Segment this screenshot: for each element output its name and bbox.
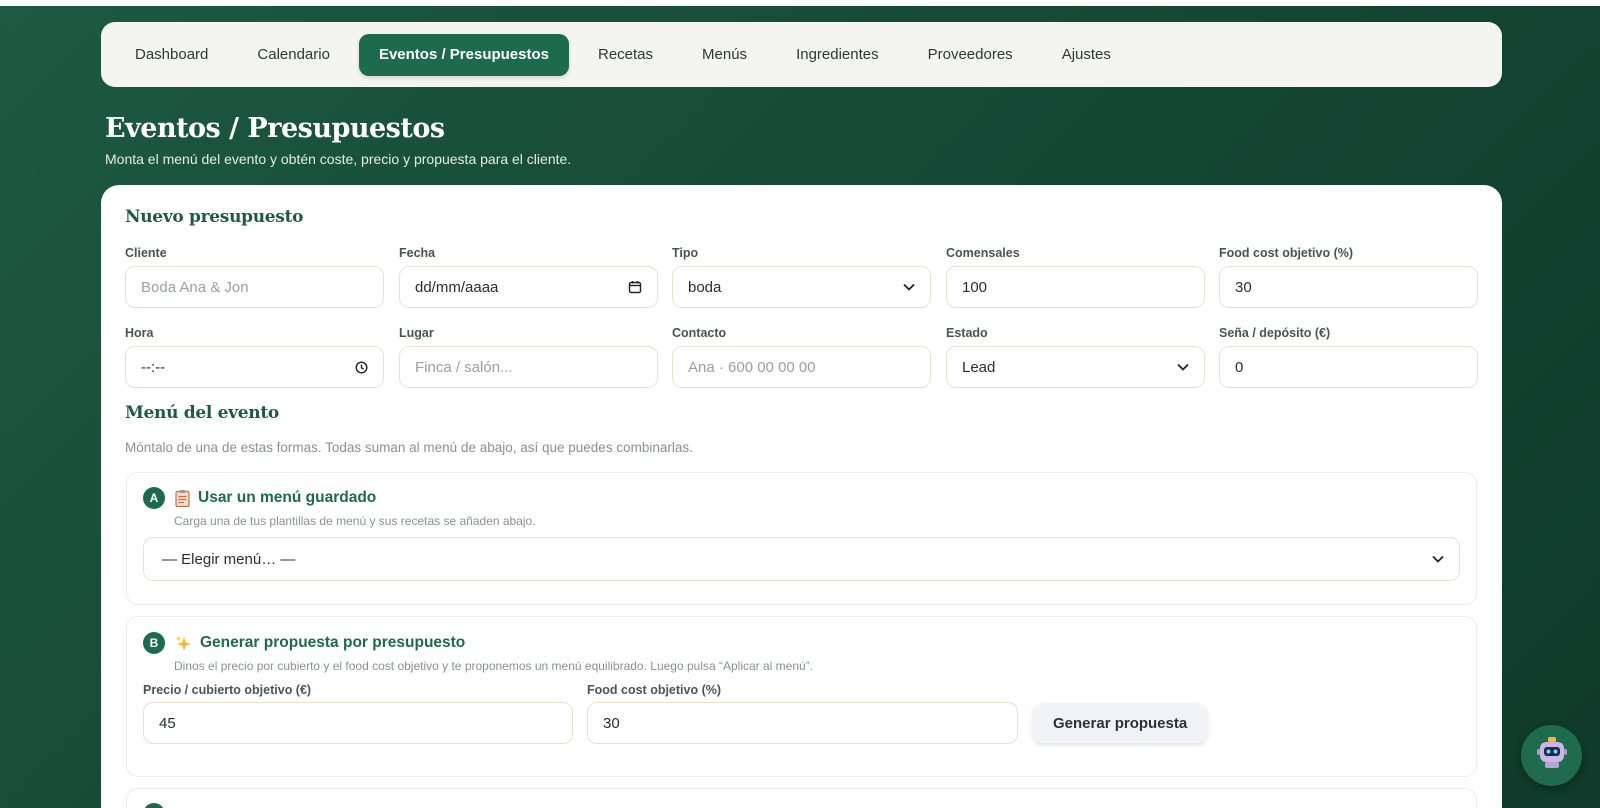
main-nav: Dashboard Calendario Eventos / Presupues…	[101, 22, 1502, 87]
cliente-input[interactable]: Boda Ana & Jon	[125, 266, 384, 308]
budget-card: Nuevo presupuesto Cliente Fecha Tipo Com…	[101, 185, 1502, 808]
option-c-panel	[126, 788, 1477, 808]
estado-select[interactable]: Lead	[946, 346, 1205, 388]
tipo-label: Tipo	[672, 246, 699, 260]
fc-input[interactable]: 30	[587, 702, 1018, 744]
option-b-title-row: Generar propuesta por presupuesto	[175, 634, 465, 652]
chevron-down-icon	[903, 283, 915, 291]
cliente-label: Cliente	[125, 246, 167, 260]
precio-value: 45	[159, 714, 176, 732]
menu-title: Menú del evento	[125, 403, 279, 423]
robot-icon	[1536, 736, 1568, 775]
sena-value: 0	[1235, 358, 1244, 376]
fc-value: 30	[603, 714, 620, 732]
clock-icon[interactable]	[355, 360, 368, 374]
fc-label: Food cost objetivo (%)	[587, 683, 722, 697]
generar-propuesta-button[interactable]: Generar propuesta	[1033, 703, 1208, 743]
hora-input[interactable]: --:--	[125, 346, 384, 388]
food-cost-value: 30	[1235, 278, 1252, 296]
chevron-down-icon	[1177, 363, 1189, 371]
tipo-select[interactable]: boda	[672, 266, 931, 308]
nav-item-menus[interactable]: Menús	[682, 36, 767, 73]
clipboard-icon	[175, 489, 190, 507]
nav-item-recetas[interactable]: Recetas	[578, 36, 673, 73]
nav-item-ajustes[interactable]: Ajustes	[1042, 36, 1131, 73]
option-a-badge: A	[143, 487, 165, 509]
option-b-title: Generar propuesta por presupuesto	[200, 634, 466, 651]
option-c-badge	[143, 803, 165, 808]
nav-item-calendario[interactable]: Calendario	[237, 36, 350, 73]
contacto-placeholder: Ana · 600 00 00 00	[688, 358, 816, 376]
page-title: Eventos / Presupuestos	[105, 113, 445, 144]
form-title: Nuevo presupuesto	[125, 207, 304, 227]
estado-label: Estado	[946, 326, 988, 340]
calendar-icon[interactable]	[628, 280, 642, 294]
estado-value: Lead	[962, 358, 996, 376]
option-b-desc: Dinos el precio por cubierto y el food c…	[174, 659, 814, 673]
sparkles-icon	[175, 635, 192, 652]
contacto-label: Contacto	[672, 326, 727, 340]
comensales-input[interactable]: 100	[946, 266, 1205, 308]
option-b-badge: B	[143, 632, 165, 654]
menu-select[interactable]: — Elegir menú… —	[143, 537, 1460, 581]
food-cost-label: Food cost objetivo (%)	[1219, 246, 1354, 260]
contacto-input[interactable]: Ana · 600 00 00 00	[672, 346, 931, 388]
fecha-label: Fecha	[399, 246, 436, 260]
hora-label: Hora	[125, 326, 154, 340]
nav-item-ingredientes[interactable]: Ingredientes	[776, 36, 899, 73]
sena-label: Seña / depósito (€)	[1219, 326, 1331, 340]
menu-select-value: — Elegir menú… —	[162, 550, 296, 568]
comensales-value: 100	[962, 278, 988, 296]
lugar-label: Lugar	[399, 326, 434, 340]
precio-input[interactable]: 45	[143, 702, 573, 744]
nav-item-dashboard[interactable]: Dashboard	[115, 36, 228, 73]
option-a-panel: A Usar un menú guardado Carga una de tus…	[126, 472, 1477, 605]
lugar-input[interactable]: Finca / salón...	[399, 346, 658, 388]
option-a-title-row: Usar un menú guardado	[175, 489, 376, 507]
option-a-title: Usar un menú guardado	[198, 489, 377, 506]
fecha-input[interactable]: dd/mm/aaaa	[399, 266, 658, 308]
nav-item-proveedores[interactable]: Proveedores	[908, 36, 1033, 73]
hora-value: --:--	[141, 358, 166, 376]
assistant-button[interactable]	[1521, 725, 1582, 786]
chevron-down-icon	[1432, 555, 1444, 563]
option-b-panel: B Generar propuesta por presupuesto Dino…	[126, 616, 1477, 777]
top-strip	[0, 0, 1600, 6]
precio-label: Precio / cubierto objetivo (€)	[143, 683, 312, 697]
comensales-label: Comensales	[946, 246, 1020, 260]
sena-input[interactable]: 0	[1219, 346, 1478, 388]
lugar-placeholder: Finca / salón...	[415, 358, 513, 376]
food-cost-input[interactable]: 30	[1219, 266, 1478, 308]
cliente-placeholder: Boda Ana & Jon	[141, 278, 249, 296]
menu-hint: Móntalo de una de estas formas. Todas su…	[125, 440, 693, 455]
option-a-desc: Carga una de tus plantillas de menú y su…	[174, 514, 536, 528]
tipo-value: boda	[688, 278, 722, 296]
nav-item-eventos[interactable]: Eventos / Presupuestos	[358, 33, 569, 76]
fecha-value: dd/mm/aaaa	[415, 278, 499, 296]
page-subtitle: Monta el menú del evento y obtén coste, …	[105, 151, 572, 167]
